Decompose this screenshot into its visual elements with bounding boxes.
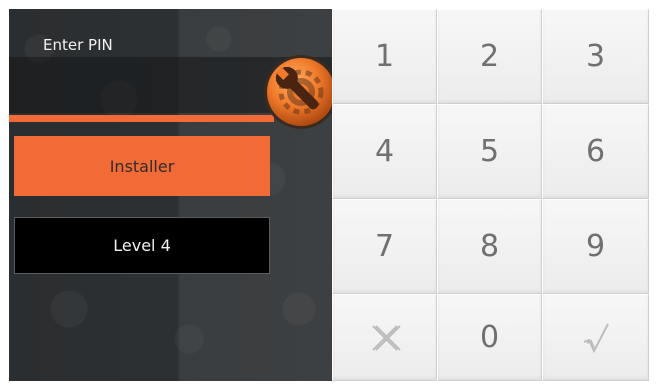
- x-icon: [371, 324, 401, 351]
- key-0[interactable]: 0: [437, 294, 542, 381]
- key-6[interactable]: 6: [542, 104, 649, 199]
- numeric-keypad: 1 2 3 4 5 6 7 8 9 0: [332, 9, 649, 381]
- check-icon: [583, 323, 609, 353]
- wrench-icon: [261, 52, 341, 132]
- key-7[interactable]: 7: [332, 199, 437, 294]
- key-3[interactable]: 3: [542, 9, 649, 104]
- key-1[interactable]: 1: [332, 9, 437, 104]
- page-title: Enter PIN: [43, 36, 113, 54]
- key-8[interactable]: 8: [437, 199, 542, 294]
- confirm-key[interactable]: [542, 294, 649, 381]
- key-4[interactable]: 4: [332, 104, 437, 199]
- key-5[interactable]: 5: [437, 104, 542, 199]
- pin-underline: [9, 115, 274, 122]
- installer-button[interactable]: Installer: [14, 136, 270, 196]
- key-2[interactable]: 2: [437, 9, 542, 104]
- pin-entry-screen: Enter PIN Installer Level 4 1 2 3 4 5 6 …: [9, 9, 649, 381]
- level-button[interactable]: Level 4: [14, 217, 270, 274]
- key-9[interactable]: 9: [542, 199, 649, 294]
- left-panel: Enter PIN Installer Level 4: [9, 9, 338, 381]
- clear-key[interactable]: [332, 294, 437, 381]
